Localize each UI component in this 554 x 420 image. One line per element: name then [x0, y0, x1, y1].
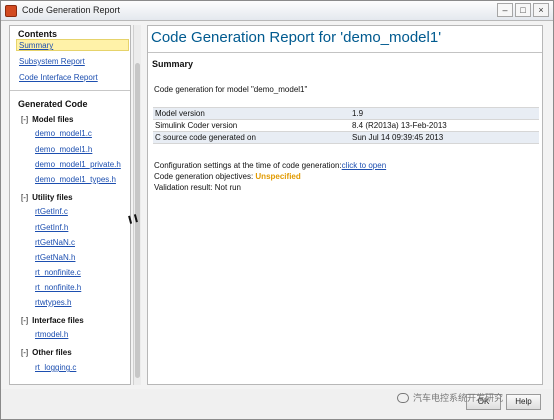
table-value: 8.4 (R2013a) 13-Feb-2013: [350, 119, 539, 132]
title-divider: [148, 52, 542, 53]
group-title: Model files: [32, 115, 74, 124]
code-generation-intro: Code generation for model "demo_model1": [154, 85, 308, 94]
summary-link[interactable]: Summary: [19, 41, 53, 50]
table-row: Simulink Coder version 8.4 (R2013a) 13-F…: [153, 119, 539, 132]
collapse-toggle-icon[interactable]: [-]: [21, 115, 28, 124]
collapse-toggle-icon[interactable]: [-]: [21, 316, 28, 325]
table-row: Model version 1.9: [153, 107, 539, 120]
file-link-rt-nonfinite-h[interactable]: rt_nonfinite.h: [35, 283, 81, 292]
subsystem-report-link[interactable]: Subsystem Report: [19, 57, 85, 66]
table-key: Model version: [153, 107, 350, 120]
code-generation-objectives-line: Code generation objectives: Unspecified: [154, 172, 301, 181]
file-link-demo-model1-c[interactable]: demo_model1.c: [35, 129, 92, 138]
sidebar-scrollbar[interactable]: [133, 25, 141, 385]
table-key: C source code generated on: [153, 131, 350, 144]
file-link-rtgetnan-c[interactable]: rtGetNaN.c: [35, 238, 75, 247]
generated-code-heading: Generated Code: [18, 99, 88, 109]
interface-files-group[interactable]: [-] Interface files: [21, 316, 84, 325]
report-main-panel: Code Generation Report for 'demo_model1'…: [147, 25, 543, 385]
summary-info-table: Model version 1.9 Simulink Coder version…: [153, 107, 539, 144]
minimize-button[interactable]: –: [497, 3, 513, 17]
close-button[interactable]: ×: [533, 3, 549, 17]
file-link-rtwtypes-h[interactable]: rtwtypes.h: [35, 298, 71, 307]
objectives-label: Code generation objectives:: [154, 172, 256, 181]
window-title: Code Generation Report: [22, 5, 121, 15]
table-value: Sun Jul 14 09:39:45 2013: [350, 131, 539, 144]
collapse-toggle-icon[interactable]: [-]: [21, 193, 28, 202]
group-title: Other files: [32, 348, 72, 357]
file-link-demo-model1-h[interactable]: demo_model1.h: [35, 145, 92, 154]
contents-sidebar: Contents Summary Subsystem Report Code I…: [9, 25, 131, 385]
faded-background-text: [121, 5, 321, 16]
configuration-settings-line: Configuration settings at the time of co…: [154, 161, 386, 170]
table-key: Simulink Coder version: [153, 119, 350, 132]
window-controls: – □ ×: [497, 3, 549, 17]
validation-result-line: Validation result: Not run: [154, 183, 242, 192]
click-to-open-link[interactable]: click to open: [342, 161, 386, 170]
table-row: C source code generated on Sun Jul 14 09…: [153, 131, 539, 144]
contents-heading: Contents: [18, 29, 57, 39]
file-link-rtgetnan-h[interactable]: rtGetNaN.h: [35, 253, 75, 262]
file-link-rtmodel-h[interactable]: rtmodel.h: [35, 330, 68, 339]
objectives-status: Unspecified: [255, 172, 301, 181]
window-titlebar: Code Generation Report – □ ×: [1, 1, 553, 21]
file-link-rtgetinf-c[interactable]: rtGetInf.c: [35, 207, 68, 216]
summary-heading: Summary: [152, 59, 194, 69]
matlab-app-icon: [5, 5, 17, 17]
watermark: 汽车电控系统开发研究: [397, 391, 547, 407]
table-value: 1.9: [350, 107, 539, 120]
file-link-rt-logging-c[interactable]: rt_logging.c: [35, 363, 76, 372]
file-link-rtgetinf-h[interactable]: rtGetInf.h: [35, 223, 68, 232]
group-title: Utility files: [32, 193, 73, 202]
utility-files-group[interactable]: [-] Utility files: [21, 193, 73, 202]
chat-bubble-icon: [397, 393, 409, 403]
file-link-demo-model1-types-h[interactable]: demo_model1_types.h: [35, 175, 116, 184]
code-interface-report-link[interactable]: Code Interface Report: [19, 73, 98, 82]
model-files-group[interactable]: [-] Model files: [21, 115, 73, 124]
sidebar-divider: [10, 90, 130, 91]
code-generation-report-window: Code Generation Report – □ × Contents Su…: [0, 0, 554, 420]
other-files-group[interactable]: [-] Other files: [21, 348, 72, 357]
file-link-rt-nonfinite-c[interactable]: rt_nonfinite.c: [35, 268, 81, 277]
group-title: Interface files: [32, 316, 84, 325]
collapse-toggle-icon[interactable]: [-]: [21, 348, 28, 357]
maximize-button[interactable]: □: [515, 3, 531, 17]
watermark-text: 汽车电控系统开发研究: [413, 393, 504, 403]
configuration-settings-label: Configuration settings at the time of co…: [154, 161, 342, 170]
report-title: Code Generation Report for 'demo_model1': [151, 29, 442, 46]
file-link-demo-model1-private-h[interactable]: demo_model1_private.h: [35, 160, 121, 169]
